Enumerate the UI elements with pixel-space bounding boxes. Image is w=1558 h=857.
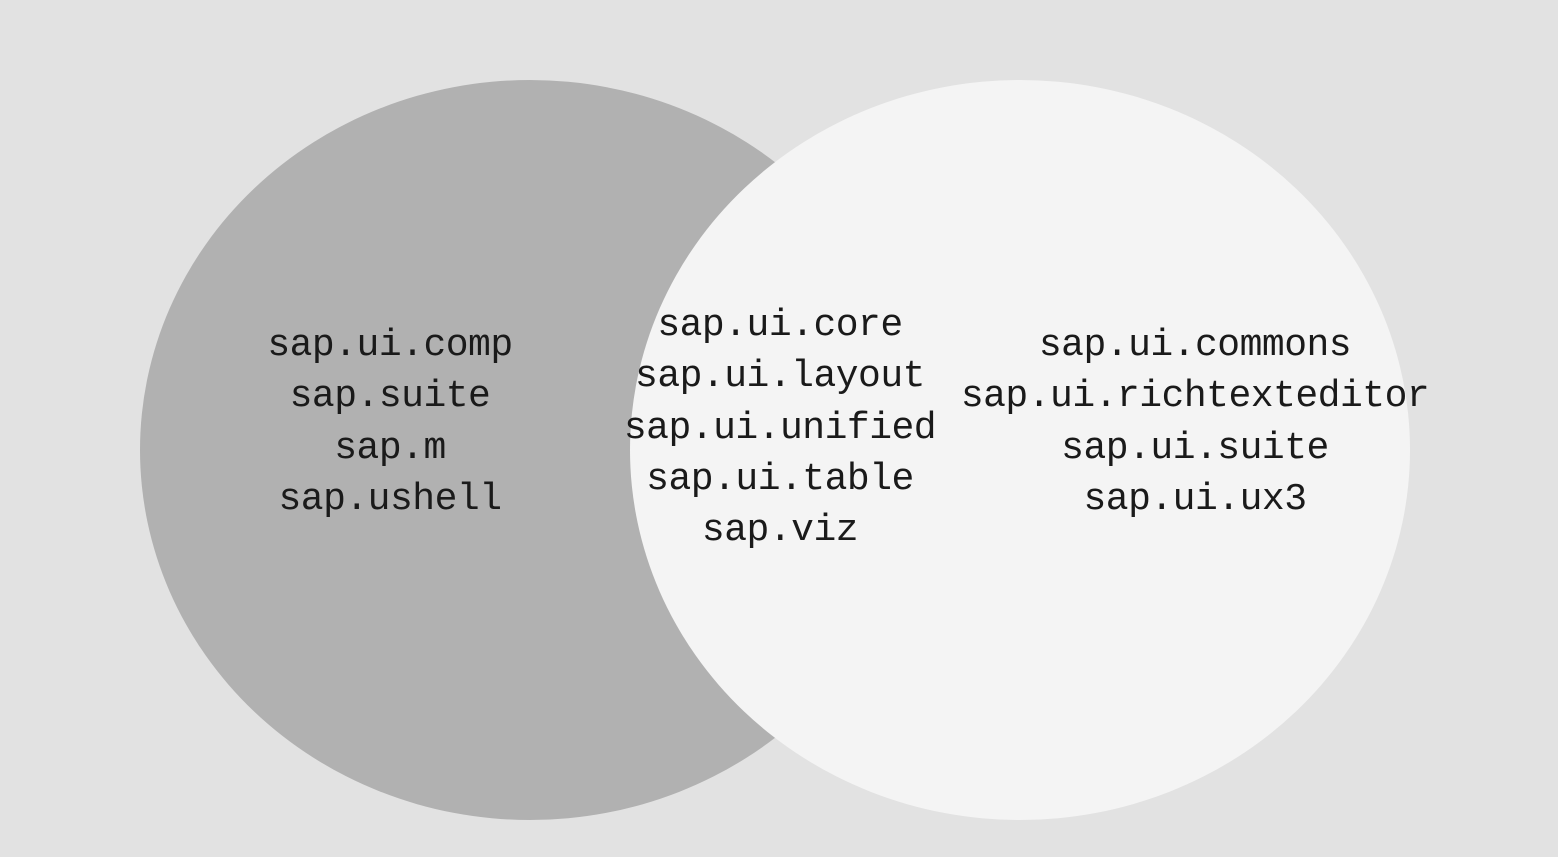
- venn-right-item: sap.ui.richtexteditor: [961, 371, 1429, 422]
- venn-left-item: sap.ushell: [278, 474, 501, 525]
- venn-center-item: sap.ui.core: [657, 300, 902, 351]
- venn-center-item: sap.ui.layout: [635, 351, 925, 402]
- venn-right-group: sap.ui.commons sap.ui.richtexteditor sap…: [970, 320, 1420, 525]
- venn-right-item: sap.ui.suite: [1061, 423, 1329, 474]
- venn-left-group: sap.ui.comp sap.suite sap.m sap.ushell: [200, 320, 580, 525]
- venn-left-item: sap.m: [334, 423, 446, 474]
- venn-right-item: sap.ui.ux3: [1083, 474, 1306, 525]
- venn-left-item: sap.suite: [290, 371, 491, 422]
- venn-center-group: sap.ui.core sap.ui.layout sap.ui.unified…: [590, 300, 970, 556]
- venn-right-item: sap.ui.commons: [1039, 320, 1351, 371]
- venn-center-item: sap.ui.unified: [624, 403, 936, 454]
- venn-left-item: sap.ui.comp: [267, 320, 512, 371]
- venn-diagram: sap.ui.comp sap.suite sap.m sap.ushell s…: [0, 0, 1558, 857]
- venn-center-item: sap.ui.table: [646, 454, 914, 505]
- venn-center-item: sap.viz: [702, 505, 858, 556]
